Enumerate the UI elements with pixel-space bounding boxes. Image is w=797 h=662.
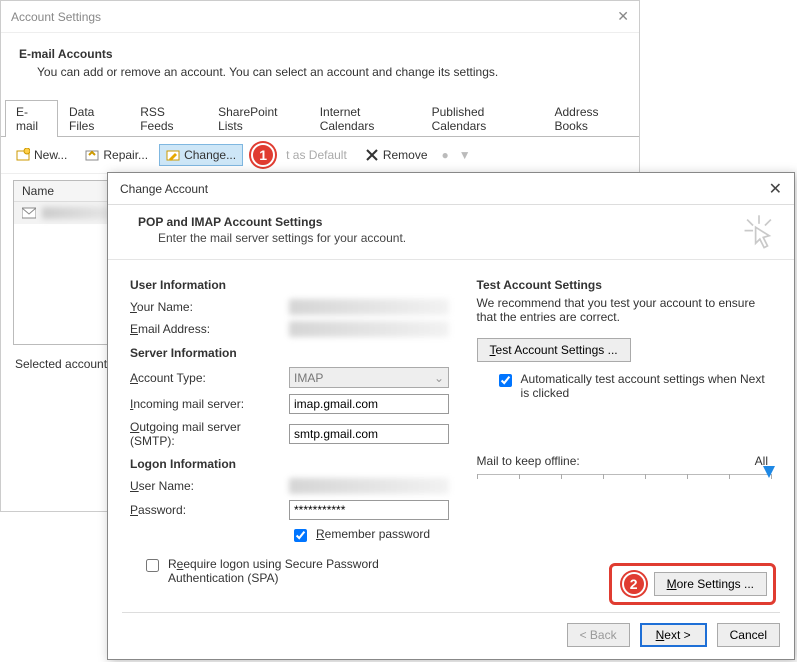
front-titlebar: Change Account ✕ (108, 173, 794, 205)
section-logon-info: Logon Information (130, 451, 457, 475)
mail-icon (22, 206, 36, 220)
label-incoming: Incoming mail server: (130, 397, 285, 411)
account-type-select: IMAP ⌄ (289, 367, 449, 388)
tabstrip: E-mail Data Files RSS Feeds SharePoint L… (1, 99, 639, 137)
repair-icon (85, 148, 99, 162)
tab-email[interactable]: E-mail (5, 100, 58, 137)
front-subtext: Enter the mail server settings for your … (138, 229, 772, 245)
cursor-graphic-icon (742, 215, 776, 253)
chevron-down-icon: ⌄ (434, 371, 444, 385)
remember-checkbox[interactable] (294, 529, 307, 542)
repair-label: Repair... (103, 148, 148, 162)
close-icon[interactable]: ✕ (617, 8, 629, 25)
change-button[interactable]: Change... (159, 144, 243, 166)
test-text: We recommend that you test your account … (477, 296, 772, 338)
new-label: New... (34, 148, 67, 162)
next-button[interactable]: Next > (640, 623, 707, 647)
label-your-name: Your Name: (130, 300, 285, 314)
dialog-footer: < Back Next > Cancel (122, 612, 780, 647)
mail-offline-label: Mail to keep offline: (477, 454, 580, 468)
change-account-dialog: Change Account ✕ POP and IMAP Account Se… (107, 172, 795, 660)
auto-test-checkbox[interactable] (499, 374, 512, 387)
label-password: Password: (130, 503, 285, 517)
new-button[interactable]: New... (9, 144, 74, 166)
back-title: Account Settings (11, 10, 617, 24)
label-outgoing: Outgoing mail server (SMTP): (130, 420, 285, 448)
tab-internet-cal[interactable]: Internet Calendars (309, 100, 421, 137)
tab-published-cal[interactable]: Published Calendars (421, 100, 544, 137)
offline-slider[interactable] (477, 474, 772, 484)
back-header: E-mail Accounts You can add or remove an… (1, 33, 639, 93)
tab-address-books[interactable]: Address Books (543, 100, 639, 137)
account-type-value: IMAP (294, 371, 323, 385)
section-server-info: Server Information (130, 340, 457, 364)
label-username: User Name: (130, 479, 285, 493)
remove-label: Remove (383, 148, 428, 162)
set-default-label: t as Default (286, 148, 347, 162)
remove-button[interactable]: Remove (358, 144, 435, 166)
password-input[interactable] (289, 500, 449, 520)
spa-label: Reequire logon using Secure Password Aut… (168, 557, 448, 585)
more-settings-highlight: 2 More Settings ... (609, 563, 776, 605)
back-button: < Back (567, 623, 630, 647)
right-column: Test Account Settings We recommend that … (477, 272, 772, 589)
front-heading: POP and IMAP Account Settings (138, 215, 772, 229)
blurred-email (289, 321, 449, 337)
more-settings-button[interactable]: More Settings ... (654, 572, 767, 596)
callout-2: 2 (622, 572, 646, 596)
tab-data-files[interactable]: Data Files (58, 100, 129, 137)
blurred-username (289, 478, 449, 494)
move-up-icon[interactable]: ● (439, 148, 452, 162)
callout-1: 1 (251, 143, 275, 167)
toolbar: New... Repair... Change... 1 t as Defaul… (1, 137, 639, 174)
incoming-input[interactable] (289, 394, 449, 414)
blurred-your-name (289, 299, 449, 315)
remember-label: Remember password (316, 527, 430, 541)
section-user-info: User Information (130, 272, 457, 296)
slider-thumb-icon[interactable] (763, 466, 775, 478)
cancel-button[interactable]: Cancel (717, 623, 780, 647)
close-icon[interactable]: ✕ (769, 179, 782, 199)
tab-sharepoint[interactable]: SharePoint Lists (207, 100, 309, 137)
set-default-button: t as Default (279, 144, 354, 166)
outgoing-input[interactable] (289, 424, 449, 444)
change-icon (166, 148, 180, 162)
test-button[interactable]: TTest Account Settings ...est Account Se… (477, 338, 631, 362)
change-label: Change... (184, 148, 236, 162)
auto-test-label: Automatically test account settings when… (521, 372, 772, 400)
back-subtext: You can add or remove an account. You ca… (17, 65, 623, 79)
tab-rss[interactable]: RSS Feeds (129, 100, 207, 137)
left-column: User Information Your Name: Email Addres… (130, 272, 457, 589)
spa-checkbox[interactable] (146, 559, 159, 572)
front-header: POP and IMAP Account Settings Enter the … (108, 205, 794, 260)
label-account-type: Account Type: (130, 371, 285, 385)
form-area: User Information Your Name: Email Addres… (108, 260, 794, 589)
repair-button[interactable]: Repair... (78, 144, 155, 166)
move-down-icon[interactable]: ▼ (456, 148, 474, 162)
new-icon (16, 148, 30, 162)
back-titlebar: Account Settings ✕ (1, 1, 639, 33)
label-email: Email Address: (130, 322, 285, 336)
remove-icon (365, 148, 379, 162)
back-heading: E-mail Accounts (17, 41, 623, 65)
section-test: Test Account Settings (477, 272, 772, 296)
front-title: Change Account (120, 182, 769, 196)
